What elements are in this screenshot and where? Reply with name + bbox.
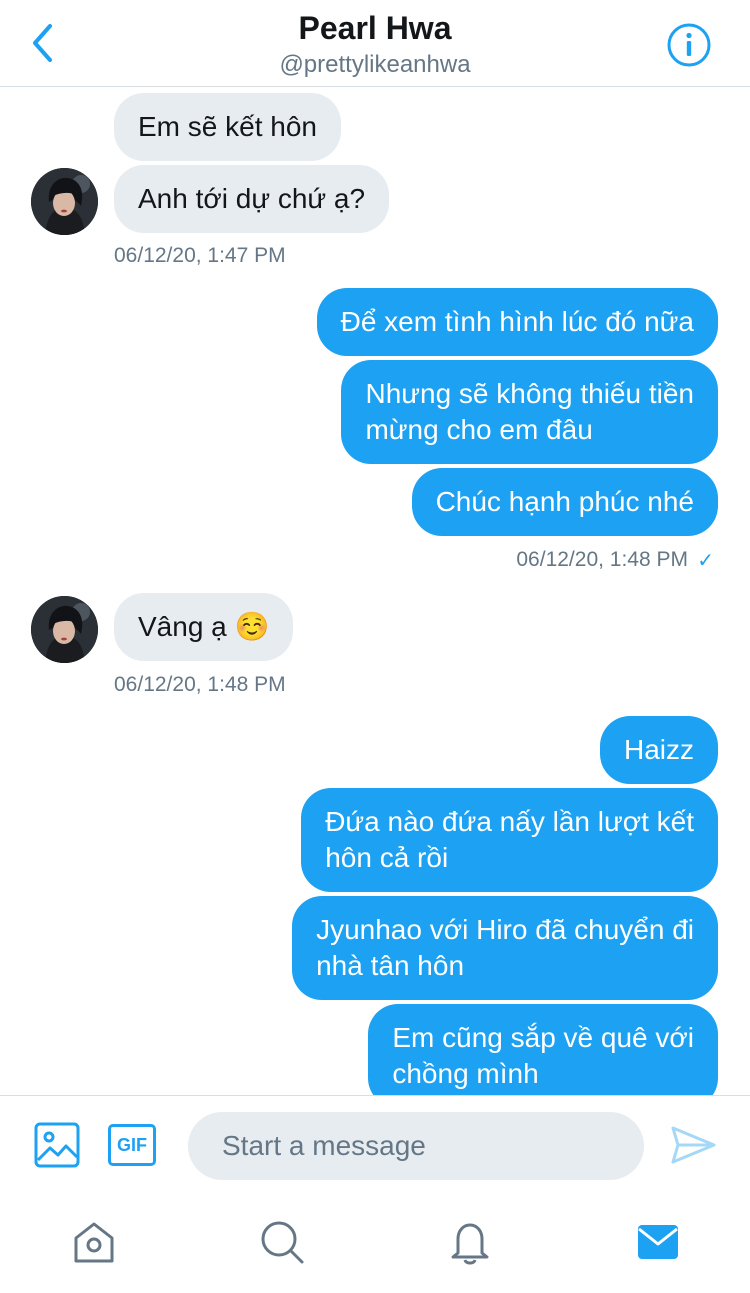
message-text-line: Nhưng sẽ không thiếu tiền — [365, 378, 694, 409]
avatar-photo — [31, 168, 98, 235]
message-bubble-outgoing[interactable]: Nhưng sẽ không thiếu tiền mừng cho em đâ… — [341, 360, 718, 464]
message-bubble-incoming[interactable]: Em sẽ kết hôn — [114, 93, 341, 161]
message-text-line: Jyunhao với Hiro đã chuyển đi — [316, 914, 694, 945]
tab-home[interactable] — [70, 1218, 118, 1266]
gif-icon: GIF — [117, 1134, 147, 1155]
add-photo-button[interactable] — [34, 1122, 80, 1168]
mail-icon — [638, 1225, 678, 1259]
message-text-line: mừng cho em đâu — [365, 414, 593, 445]
message-bubble-outgoing[interactable]: Haizz — [599, 716, 718, 784]
message-text-line: nhà tân hôn — [316, 950, 465, 981]
avatar[interactable] — [31, 168, 98, 235]
conversation-thread[interactable]: Em sẽ kết hôn Anh tới dự chứ ạ? 06/12/20… — [0, 88, 750, 1095]
message-input[interactable] — [188, 1112, 644, 1180]
message-bubble-incoming[interactable]: Anh tới dự chứ ạ? — [114, 165, 390, 233]
home-icon — [74, 1222, 114, 1263]
info-button[interactable] — [666, 22, 712, 68]
message-text-line: Đứa nào đứa nấy lần lượt kết — [325, 806, 694, 837]
message-text: Anh tới dự chứ ạ? — [138, 183, 366, 214]
message-bubble-outgoing[interactable]: Jyunhao với Hiro đã chuyển đi nhà tân hô… — [292, 896, 718, 1000]
message-bubble-outgoing[interactable]: Em cũng sắp về quê với chồng mình — [368, 1004, 718, 1095]
search-icon — [261, 1221, 304, 1264]
message-timestamp: 06/12/20, 1:48 PM — [114, 673, 286, 696]
avatar[interactable] — [31, 596, 98, 663]
tab-notifications[interactable] — [446, 1218, 494, 1266]
conversation-header: Pearl Hwa @prettylikeanhwa — [0, 0, 750, 87]
contact-name: Pearl Hwa — [298, 10, 452, 46]
message-text: Chúc hạnh phúc nhé — [435, 486, 694, 517]
message-timestamp: 06/12/20, 1:48 PM — [516, 548, 688, 571]
avatar-photo — [31, 596, 98, 663]
send-button[interactable] — [668, 1120, 718, 1170]
bell-icon — [451, 1223, 489, 1265]
message-bubble-outgoing[interactable]: Để xem tình hình lúc đó nữa — [316, 288, 718, 356]
message-bubble-outgoing[interactable]: Đứa nào đứa nấy lần lượt kết hôn cả rồi — [301, 788, 718, 892]
message-text-line: Em cũng sắp về quê với — [392, 1022, 694, 1053]
gif-button[interactable]: GIF — [108, 1124, 156, 1166]
message-text: Em sẽ kết hôn — [138, 111, 317, 142]
message-bubble-outgoing[interactable]: Chúc hạnh phúc nhé — [411, 468, 718, 536]
message-text: Để xem tình hình lúc đó nữa — [340, 306, 694, 337]
tab-messages[interactable] — [634, 1218, 682, 1266]
message-text-line: hôn cả rồi — [325, 842, 449, 873]
tab-search[interactable] — [258, 1218, 306, 1266]
message-text: Haizz — [623, 734, 694, 765]
image-icon — [34, 1122, 80, 1168]
message-bubble-incoming[interactable]: Vâng ạ ☺️ — [114, 593, 294, 661]
contact-handle: @prettylikeanhwa — [279, 51, 471, 78]
sent-check-icon: ✓ — [697, 550, 714, 572]
info-icon — [667, 23, 711, 67]
message-text-line: chồng mình — [392, 1058, 539, 1089]
message-text: Vâng ạ ☺️ — [138, 611, 270, 642]
message-timestamp: 06/12/20, 1:47 PM — [114, 244, 286, 267]
send-icon — [671, 1126, 716, 1164]
